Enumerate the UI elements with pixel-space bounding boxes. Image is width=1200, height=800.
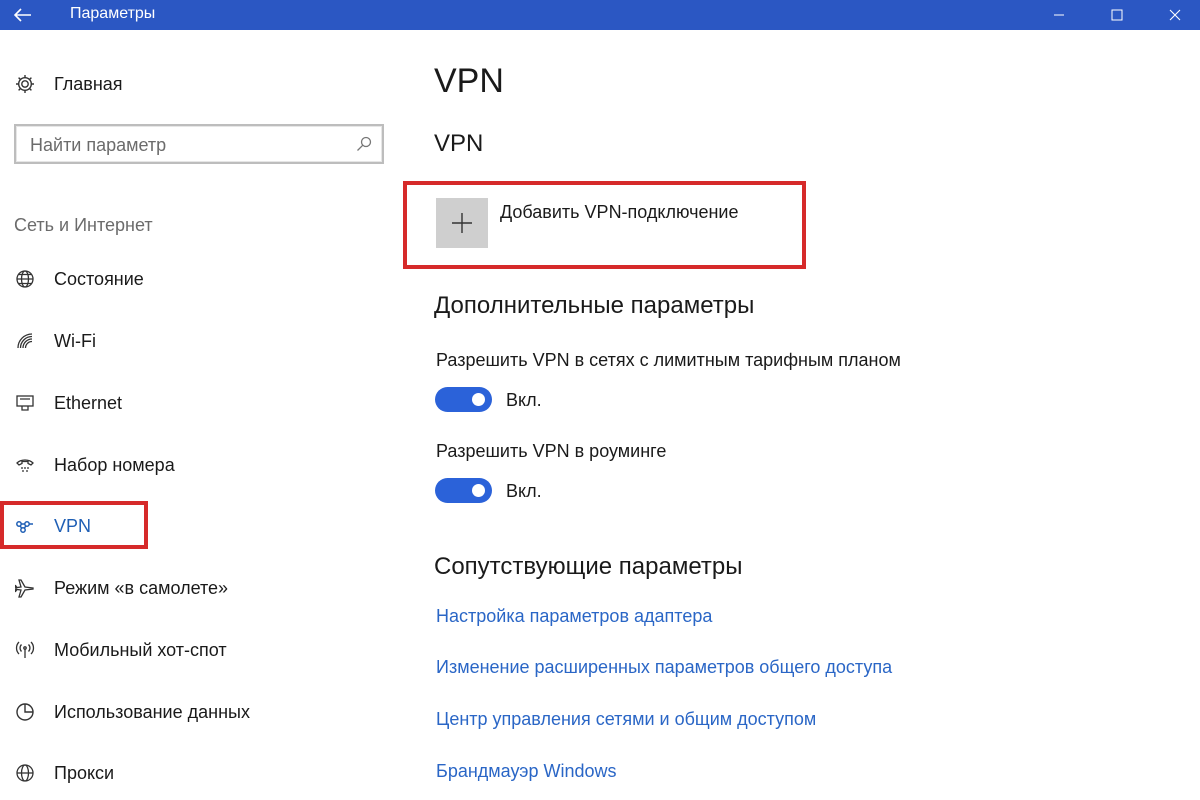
roaming-option-label: Разрешить VPN в роуминге xyxy=(436,441,667,461)
minimize-icon xyxy=(1054,14,1064,16)
sharing-settings-link[interactable]: Изменение расширенных параметров общего … xyxy=(436,657,892,678)
related-title: Сопутствующие параметры xyxy=(434,553,743,580)
maximize-icon xyxy=(1111,9,1123,21)
adapter-settings-link[interactable]: Настройка параметров адаптера xyxy=(436,606,712,627)
sidebar-item-wifi[interactable]: Wi-Fi xyxy=(14,327,96,355)
home-nav-item[interactable]: Главная xyxy=(14,71,123,97)
add-vpn-highlight-box xyxy=(403,181,806,269)
roaming-toggle[interactable] xyxy=(435,478,492,503)
sidebar-item-label: Режим «в самолете» xyxy=(54,577,229,598)
firewall-link[interactable]: Брандмауэр Windows xyxy=(436,761,616,782)
sidebar-item-dialup[interactable]: Набор номера xyxy=(14,451,175,479)
roaming-toggle-state: Вкл. xyxy=(506,481,542,501)
sidebar-item-hotspot[interactable]: Мобильный хот-спот xyxy=(14,636,227,664)
sidebar-item-label: Мобильный хот-спот xyxy=(54,639,227,660)
sidebar-item-data-usage[interactable]: Использование данных xyxy=(14,698,250,726)
sidebar-item-label: Использование данных xyxy=(54,701,250,722)
back-arrow-icon xyxy=(14,8,31,22)
sidebar-item-label: Ethernet xyxy=(54,392,123,413)
globe-icon xyxy=(16,270,34,288)
metered-toggle[interactable] xyxy=(435,387,492,412)
airplane-icon xyxy=(15,579,34,598)
proxy-globe-icon xyxy=(16,764,34,782)
dialup-icon xyxy=(16,459,34,472)
maximize-button[interactable] xyxy=(1094,0,1140,30)
metered-toggle-state: Вкл. xyxy=(506,390,542,410)
close-button[interactable] xyxy=(1152,0,1198,30)
section-label: Сеть и Интернет xyxy=(14,215,153,235)
ethernet-icon xyxy=(16,395,34,411)
network-center-link[interactable]: Центр управления сетями и общим доступом xyxy=(436,709,816,730)
back-button[interactable] xyxy=(0,0,46,30)
window-title: Параметры xyxy=(70,5,156,22)
search-icon[interactable] xyxy=(356,136,372,152)
search-box[interactable] xyxy=(14,124,384,164)
home-label: Главная xyxy=(54,73,123,94)
sidebar-item-ethernet[interactable]: Ethernet xyxy=(14,389,122,417)
sidebar-item-status[interactable]: Состояние xyxy=(14,265,144,293)
toggle-knob xyxy=(472,484,485,497)
close-icon xyxy=(1169,9,1181,21)
wifi-icon xyxy=(17,333,33,349)
toggle-knob xyxy=(472,393,485,406)
page-title: VPN xyxy=(434,62,504,100)
data-usage-icon xyxy=(16,703,34,721)
title-bar: Параметры xyxy=(0,0,1200,30)
sidebar-item-label: Прокси xyxy=(54,762,115,783)
sidebar-item-airplane[interactable]: Режим «в самолете» xyxy=(14,574,228,602)
search-input[interactable] xyxy=(30,133,350,157)
metered-option-label: Разрешить VPN в сетях с лимитным тарифны… xyxy=(436,350,901,370)
gear-icon xyxy=(16,75,34,93)
sidebar-item-proxy[interactable]: Прокси xyxy=(14,759,114,787)
sidebar-item-label: Набор номера xyxy=(54,454,175,475)
sidebar-item-label: Wi-Fi xyxy=(54,330,96,351)
hotspot-icon xyxy=(15,641,35,658)
vpn-highlight-box xyxy=(0,501,148,549)
sidebar-item-label: Состояние xyxy=(54,268,144,289)
advanced-title: Дополнительные параметры xyxy=(434,292,755,319)
minimize-button[interactable] xyxy=(1036,0,1082,30)
vpn-section-title: VPN xyxy=(434,130,484,157)
